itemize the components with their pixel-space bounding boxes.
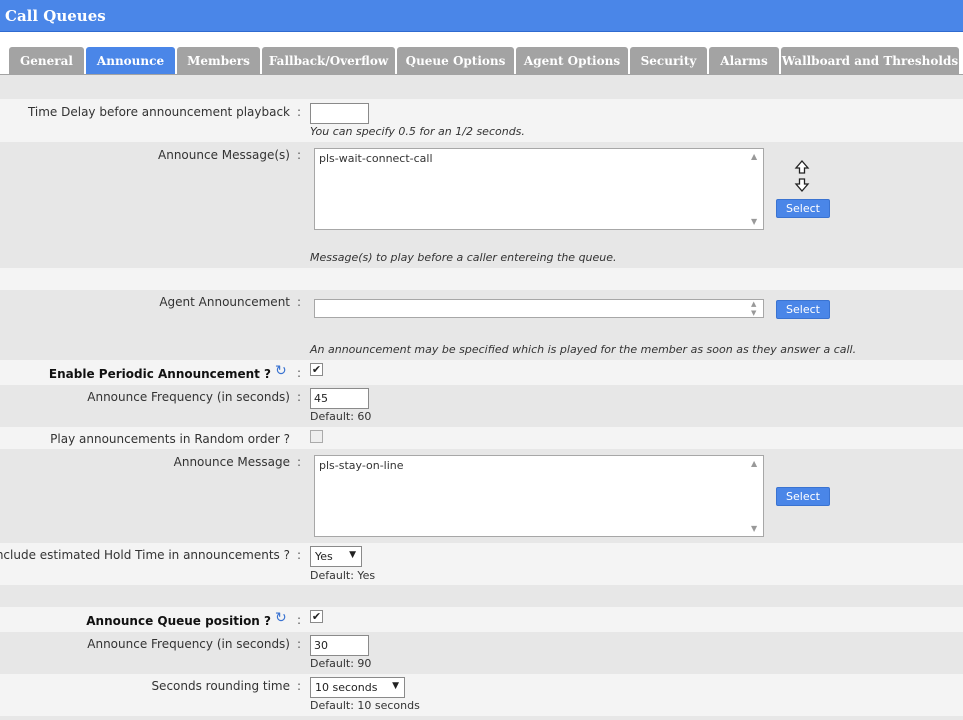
announce-messages-label: Announce Message(s)	[158, 148, 290, 162]
random-order-label: Play announcements in Random order ?	[50, 432, 290, 446]
colon: :	[297, 148, 302, 162]
announce-frequency-input[interactable]	[310, 388, 369, 409]
scroll-up-icon[interactable]: ▲	[751, 459, 757, 468]
section-spacer	[0, 716, 963, 720]
scrollbar[interactable]: ▲ ▼	[747, 300, 763, 317]
swap-arrows-icon[interactable]	[793, 160, 811, 192]
position-frequency-input[interactable]	[310, 635, 369, 656]
scroll-down-icon[interactable]: ▼	[751, 309, 756, 317]
tab-announce[interactable]: Announce	[86, 47, 175, 75]
chevron-down-icon: ▼	[349, 550, 356, 560]
announce-message-value: pls-stay-on-line	[319, 459, 404, 472]
tab-fallback-overflow[interactable]: Fallback/Overflow	[262, 47, 395, 75]
hold-time-value: Yes	[315, 550, 333, 563]
announce-messages-hint: Message(s) to play before a caller enter…	[310, 251, 617, 264]
announce-message-label: Announce Message	[173, 455, 290, 469]
time-delay-hint: You can specify 0.5 for an 1/2 seconds.	[310, 125, 525, 138]
refresh-icon[interactable]: ↻	[275, 364, 289, 378]
title-bar: Call Queues	[0, 0, 963, 32]
tab-queue-options[interactable]: Queue Options	[397, 47, 514, 75]
scroll-up-icon[interactable]: ▲	[751, 300, 756, 308]
refresh-icon[interactable]: ↻	[275, 611, 289, 625]
scroll-down-icon[interactable]: ▼	[751, 217, 757, 226]
hold-time-select[interactable]: Yes ▼	[310, 546, 362, 567]
agent-announcement-label: Agent Announcement	[159, 295, 290, 309]
row-rounding	[0, 674, 963, 716]
colon: :	[297, 548, 302, 562]
colon: :	[297, 455, 302, 469]
agent-announcement-select-button[interactable]: Select	[776, 300, 830, 319]
colon: :	[297, 613, 302, 627]
agent-announcement-input[interactable]: ▲ ▼	[314, 299, 764, 318]
time-delay-input[interactable]	[310, 103, 369, 124]
announce-messages-list[interactable]: pls-wait-connect-call ▲ ▼	[314, 148, 764, 230]
tab-alarms[interactable]: Alarms	[709, 47, 779, 75]
colon: :	[297, 390, 302, 404]
announce-messages-value: pls-wait-connect-call	[319, 152, 433, 165]
announce-messages-select-button[interactable]: Select	[776, 199, 830, 218]
agent-announcement-hint: An announcement may be specified which i…	[310, 343, 857, 356]
colon: :	[297, 679, 302, 693]
scroll-down-icon[interactable]: ▼	[751, 524, 757, 533]
announce-frequency-label: Announce Frequency (in seconds)	[87, 390, 290, 404]
enable-periodic-checkbox[interactable]: ✔	[310, 363, 323, 376]
position-frequency-label: Announce Frequency (in seconds)	[87, 637, 290, 651]
page-title: Call Queues	[5, 7, 106, 25]
scroll-up-icon[interactable]: ▲	[751, 152, 757, 161]
tab-general[interactable]: General	[9, 47, 84, 75]
tab-security[interactable]: Security	[630, 47, 707, 75]
hold-time-default: Default: Yes	[310, 569, 376, 582]
section-spacer	[0, 268, 963, 290]
tab-wallboard-thresholds[interactable]: Wallboard and Thresholds	[781, 47, 959, 75]
scrollbar[interactable]: ▲ ▼	[747, 456, 763, 536]
position-frequency-default: Default: 90	[310, 657, 372, 670]
tab-bar: General Announce Members Fallback/Overfl…	[0, 32, 963, 75]
rounding-default: Default: 10 seconds	[310, 699, 420, 712]
section-spacer	[0, 585, 963, 607]
tab-members[interactable]: Members	[177, 47, 260, 75]
random-order-checkbox[interactable]	[310, 430, 323, 443]
scrollbar[interactable]: ▲ ▼	[747, 149, 763, 229]
time-delay-label: Time Delay before announcement playback	[27, 105, 290, 119]
rounding-select[interactable]: 10 seconds ▼	[310, 677, 405, 698]
announce-message-select-button[interactable]: Select	[776, 487, 830, 506]
tab-agent-options[interactable]: Agent Options	[516, 47, 628, 75]
colon: :	[297, 637, 302, 651]
colon: :	[297, 295, 302, 309]
colon: :	[297, 105, 302, 119]
announce-frequency-default: Default: 60	[310, 410, 372, 423]
enable-periodic-label: Enable Periodic Announcement ?	[48, 367, 271, 381]
rounding-label: Seconds rounding time	[151, 679, 290, 693]
section-spacer	[0, 75, 963, 99]
announce-position-checkbox[interactable]: ✔	[310, 610, 323, 623]
colon: :	[297, 366, 302, 380]
hold-time-label: Include estimated Hold Time in announcem…	[0, 548, 290, 562]
chevron-down-icon: ▼	[392, 681, 399, 691]
announce-message-list[interactable]: pls-stay-on-line ▲ ▼	[314, 455, 764, 537]
rounding-value: 10 seconds	[315, 681, 378, 694]
announce-position-label: Announce Queue position ?	[86, 614, 271, 628]
